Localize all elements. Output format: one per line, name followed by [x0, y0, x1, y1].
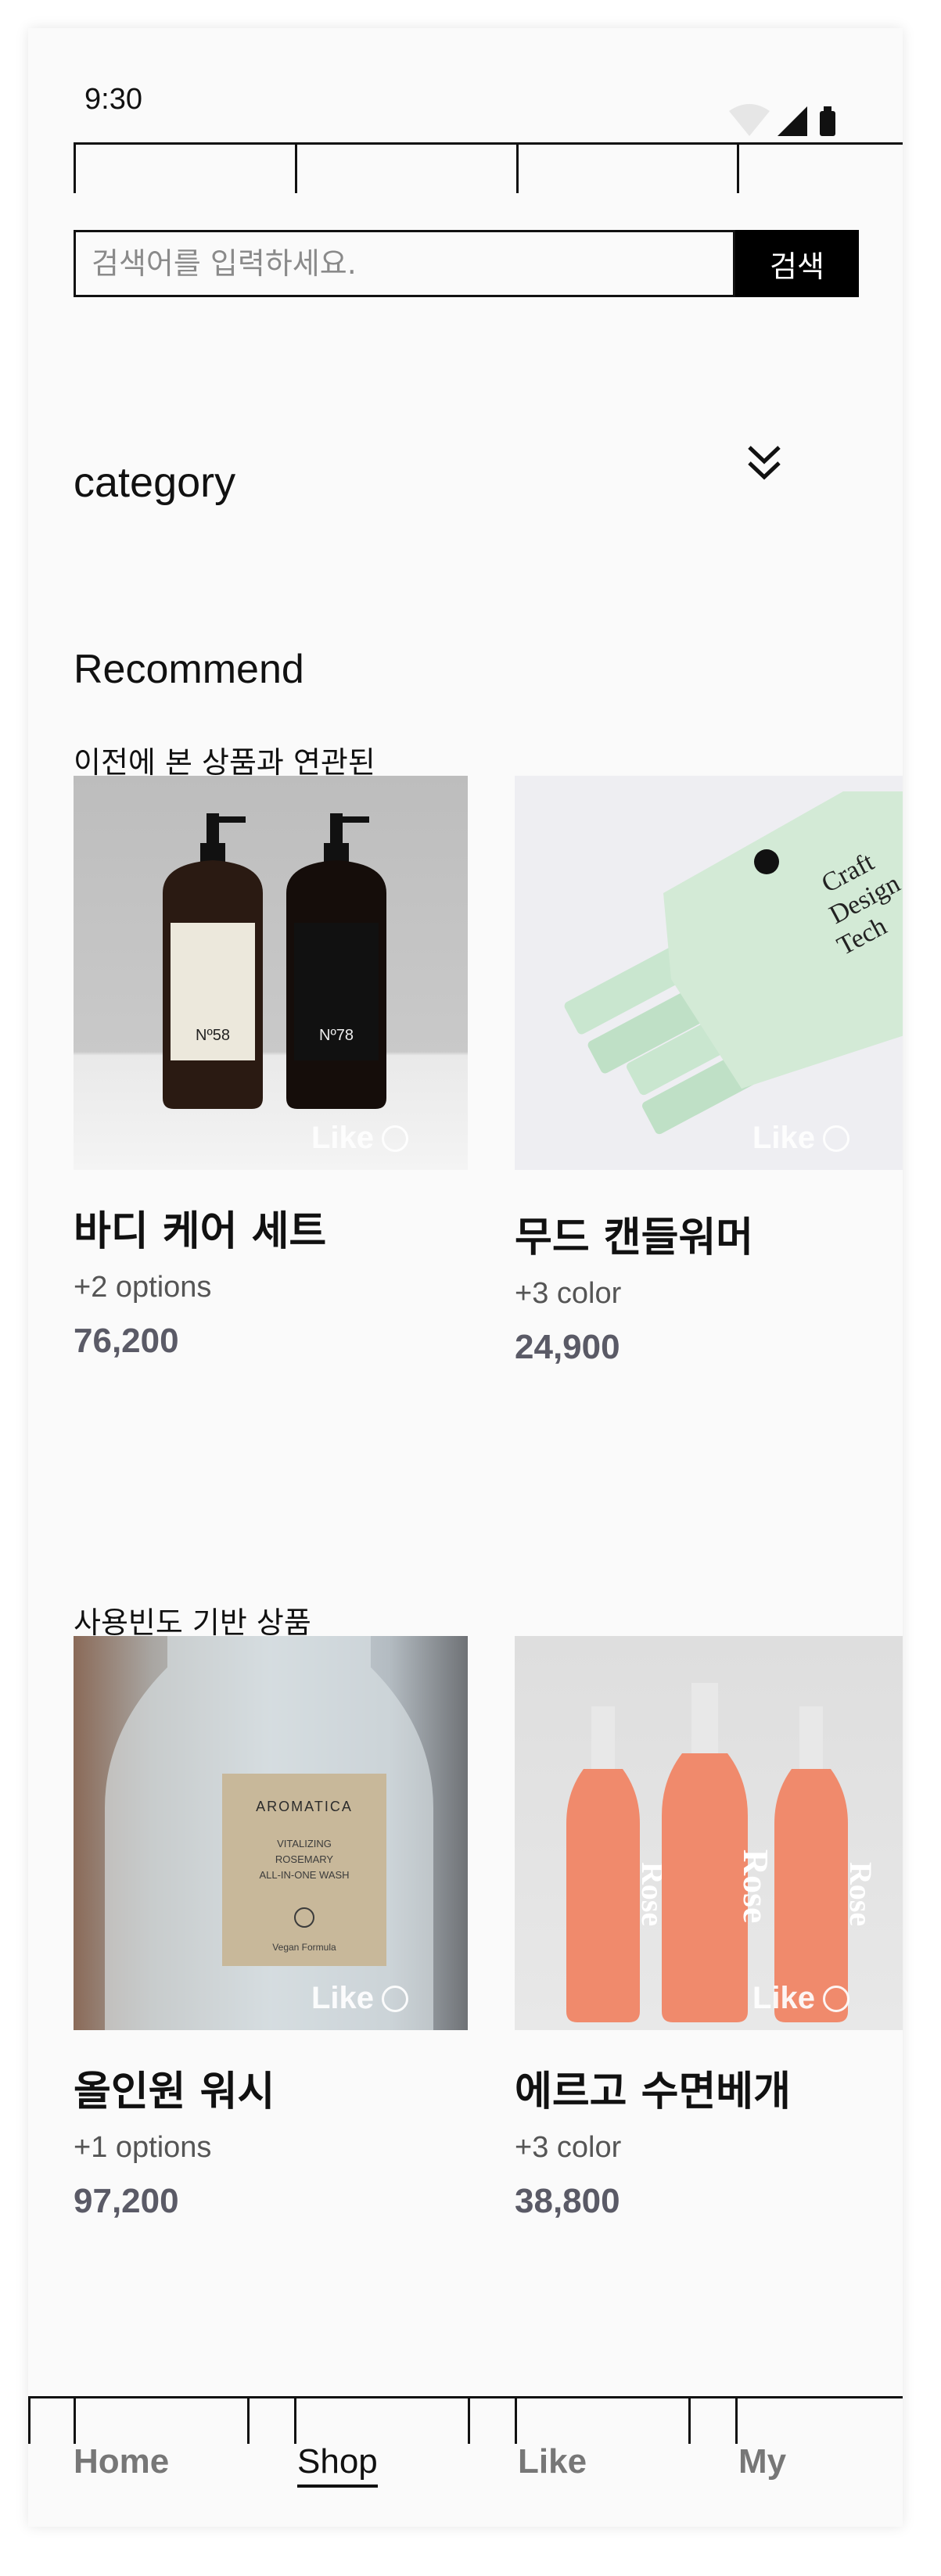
- glass-bottle-illustration: AROMATICA VITALIZING ROSEMARY ALL-IN-ONE…: [105, 1636, 433, 2030]
- product-image[interactable]: AROMATICA VITALIZING ROSEMARY ALL-IN-ONE…: [74, 1636, 468, 2030]
- like-toggle[interactable]: Like: [752, 1981, 849, 2016]
- like-label: Like: [311, 1981, 374, 2015]
- nav-item-home[interactable]: Home: [74, 2442, 169, 2481]
- tab-divider: [295, 145, 297, 193]
- like-toggle[interactable]: Like: [752, 1121, 849, 1156]
- product-name: 바디 케어 세트: [74, 1208, 327, 1255]
- bottles-illustration: Nº58 Nº78: [163, 813, 386, 1109]
- like-circle-icon: [382, 1125, 408, 1152]
- search-field: [74, 230, 735, 297]
- svg-text:ROSEMARY: ROSEMARY: [275, 1853, 333, 1865]
- wifi-icon: [729, 104, 770, 136]
- svg-text:Nº58: Nº58: [196, 1027, 230, 1044]
- nav-divider: [515, 2398, 517, 2444]
- battery-icon: [820, 111, 835, 136]
- like-label: Like: [752, 1121, 815, 1155]
- product-image[interactable]: Nº58 Nº78 Like: [74, 776, 468, 1170]
- like-label: Like: [311, 1121, 374, 1155]
- nav-divider: [247, 2398, 250, 2444]
- like-toggle[interactable]: Like: [311, 1981, 408, 2016]
- like-circle-icon: [823, 1985, 849, 2012]
- svg-text:Rose: Rose: [736, 1849, 776, 1924]
- recommend-title: Recommend: [74, 647, 304, 692]
- svg-text:Vegan Formula: Vegan Formula: [272, 1942, 336, 1953]
- signal-icon: [778, 106, 807, 136]
- svg-text:Nº78: Nº78: [319, 1027, 354, 1044]
- product-price: 24,900: [515, 1328, 620, 1366]
- svg-text:VITALIZING: VITALIZING: [277, 1838, 332, 1849]
- product-options: +2 options: [74, 1271, 212, 1304]
- svg-text:Rose: Rose: [843, 1862, 878, 1926]
- like-circle-icon: [823, 1125, 849, 1152]
- product-card[interactable]: Nº58 Nº78 Like 바디 케어 세트 +2 options 76,20…: [74, 776, 468, 1361]
- bottom-nav: Home Shop Like My: [28, 2396, 903, 2527]
- tab-divider: [74, 145, 76, 193]
- rose-bottles-illustration: Rose Rose Rose: [566, 1683, 878, 2022]
- phone-screen: 9:30 검색 category Recommend 이전에 본 상품과 연관된: [28, 28, 903, 2527]
- nav-divider: [735, 2398, 738, 2444]
- like-label: Like: [752, 1981, 815, 2015]
- top-tab-bar: [74, 142, 903, 193]
- nav-item-my[interactable]: My: [738, 2442, 786, 2481]
- product-card[interactable]: Craft Design Tech Like 무드 캔들워머 +3 color …: [515, 776, 903, 1367]
- product-image[interactable]: Craft Design Tech Like: [515, 776, 903, 1170]
- status-time: 9:30: [84, 83, 142, 116]
- svg-text:ALL-IN-ONE WASH: ALL-IN-ONE WASH: [259, 1869, 349, 1881]
- tab-divider: [516, 145, 519, 193]
- category-title: category: [74, 459, 236, 506]
- tab-divider: [737, 145, 739, 193]
- like-toggle[interactable]: Like: [311, 1121, 408, 1156]
- product-card[interactable]: Rose Rose Rose Like 에르고 수면베개 +3 color 38…: [515, 1636, 903, 2221]
- product-price: 38,800: [515, 2182, 620, 2220]
- product-options: +3 color: [515, 1277, 622, 1310]
- section-subtitle: 이전에 본 상품과 연관된: [74, 745, 375, 780]
- nav-item-shop[interactable]: Shop: [297, 2442, 378, 2488]
- product-card[interactable]: AROMATICA VITALIZING ROSEMARY ALL-IN-ONE…: [74, 1636, 468, 2221]
- nav-divider: [294, 2398, 296, 2444]
- nav-divider: [28, 2398, 31, 2444]
- search-button[interactable]: 검색: [735, 230, 859, 297]
- nav-divider: [688, 2398, 691, 2444]
- product-options: +1 options: [74, 2131, 212, 2164]
- product-name: 올인원 워시: [74, 2068, 275, 2115]
- product-options: +3 color: [515, 2131, 622, 2164]
- sticks-illustration: Craft Design Tech: [564, 791, 903, 1135]
- nav-divider: [468, 2398, 470, 2444]
- like-circle-icon: [382, 1985, 408, 2012]
- section-subtitle: 사용빈도 기반 상품: [74, 1606, 311, 1640]
- product-price: 76,200: [74, 1322, 179, 1360]
- product-price: 97,200: [74, 2182, 179, 2220]
- product-image[interactable]: Rose Rose Rose Like: [515, 1636, 903, 2030]
- nav-divider: [74, 2398, 76, 2444]
- search-input[interactable]: [76, 232, 733, 295]
- svg-text:AROMATICA: AROMATICA: [256, 1799, 353, 1814]
- status-icons: [729, 104, 835, 136]
- product-name: 에르고 수면베개: [515, 2068, 791, 2115]
- nav-item-like[interactable]: Like: [518, 2442, 587, 2481]
- product-name: 무드 캔들워머: [515, 1214, 754, 1261]
- double-chevron-down-icon[interactable]: [742, 441, 787, 488]
